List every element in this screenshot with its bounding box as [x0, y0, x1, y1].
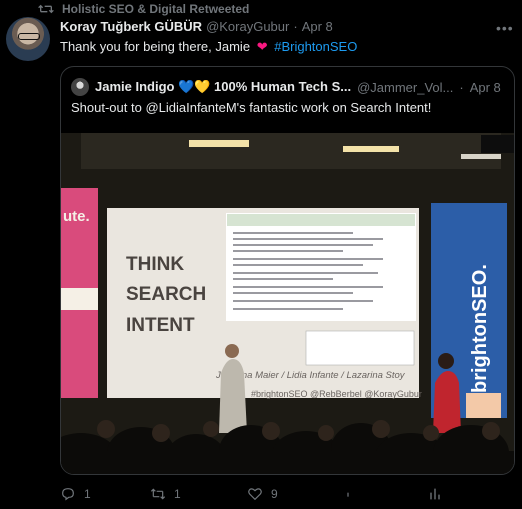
quoted-author-name: Jamie Indigo 💙💛 100% Human Tech S...	[95, 79, 352, 94]
quoted-tweet[interactable]: Jamie Indigo 💙💛 100% Human Tech S... @Ja…	[60, 66, 515, 475]
analytics-icon	[430, 488, 440, 500]
reply-icon	[62, 488, 74, 501]
more-icon[interactable]: •••	[496, 20, 514, 36]
retweet-banner-text: Holistic SEO & Digital Retweeted	[62, 2, 250, 16]
tweet-actions: 1 1 9	[60, 484, 490, 504]
views-icon	[347, 492, 349, 497]
reply-count: 1	[84, 487, 91, 501]
hashtag-link[interactable]: #BrightonSEO	[274, 39, 357, 54]
tweet-date[interactable]: Apr 8	[302, 19, 333, 34]
retweet-count: 1	[174, 487, 181, 501]
quoted-text: Shout-out to @LidiaInfanteM's fantastic …	[71, 100, 432, 115]
reply-button[interactable]: 1	[60, 486, 91, 502]
author-avatar[interactable]	[6, 17, 50, 61]
retweet-icon	[150, 488, 166, 500]
like-button[interactable]: 9	[247, 486, 278, 502]
separator: ·	[293, 19, 298, 34]
separator: ·	[459, 79, 464, 95]
like-count: 9	[271, 487, 278, 501]
like-icon	[248, 488, 262, 501]
right-banner-text: brightonSEO.	[469, 264, 491, 393]
slide-title-line-2: SEARCH	[126, 284, 206, 305]
quoted-avatar	[71, 78, 89, 96]
views-button[interactable]	[340, 486, 364, 502]
quoted-header: Jamie Indigo 💙💛 100% Human Tech S... @Ja…	[71, 78, 501, 96]
slide-title-line-3: INTENT	[126, 315, 195, 336]
tweet-text: Thank you for being there, Jamie ❤ #Brig…	[60, 39, 357, 55]
quoted-date: Apr 8	[469, 79, 501, 95]
tweet-header: Koray Tuğberk GÜBÜR @KorayGubur · Apr 8	[60, 19, 333, 34]
slide-title-line-1: THINK	[126, 254, 184, 275]
slide-handles: #brightonSEO @RebBerbel @KorayGubur	[251, 389, 422, 399]
retweet-icon	[38, 4, 54, 14]
quoted-photo[interactable]: ute. THINK SEARCH INTENT Johanna Maier /…	[61, 133, 514, 474]
author-handle[interactable]: @KorayGubur	[206, 19, 289, 34]
tweet-text-body: Thank you for being there, Jamie	[60, 39, 251, 54]
left-banner-text: ute.	[63, 208, 90, 225]
conference-photo: ute. THINK SEARCH INTENT Johanna Maier /…	[61, 133, 514, 474]
retweet-button[interactable]: 1	[150, 486, 181, 502]
author-name[interactable]: Koray Tuğberk GÜBÜR	[60, 19, 202, 34]
retweet-banner[interactable]: Holistic SEO & Digital Retweeted	[38, 2, 249, 16]
analytics-button[interactable]	[427, 486, 451, 502]
heart-emoji: ❤	[256, 39, 268, 54]
quoted-author-handle: @Jammer_Vol...	[357, 79, 454, 95]
